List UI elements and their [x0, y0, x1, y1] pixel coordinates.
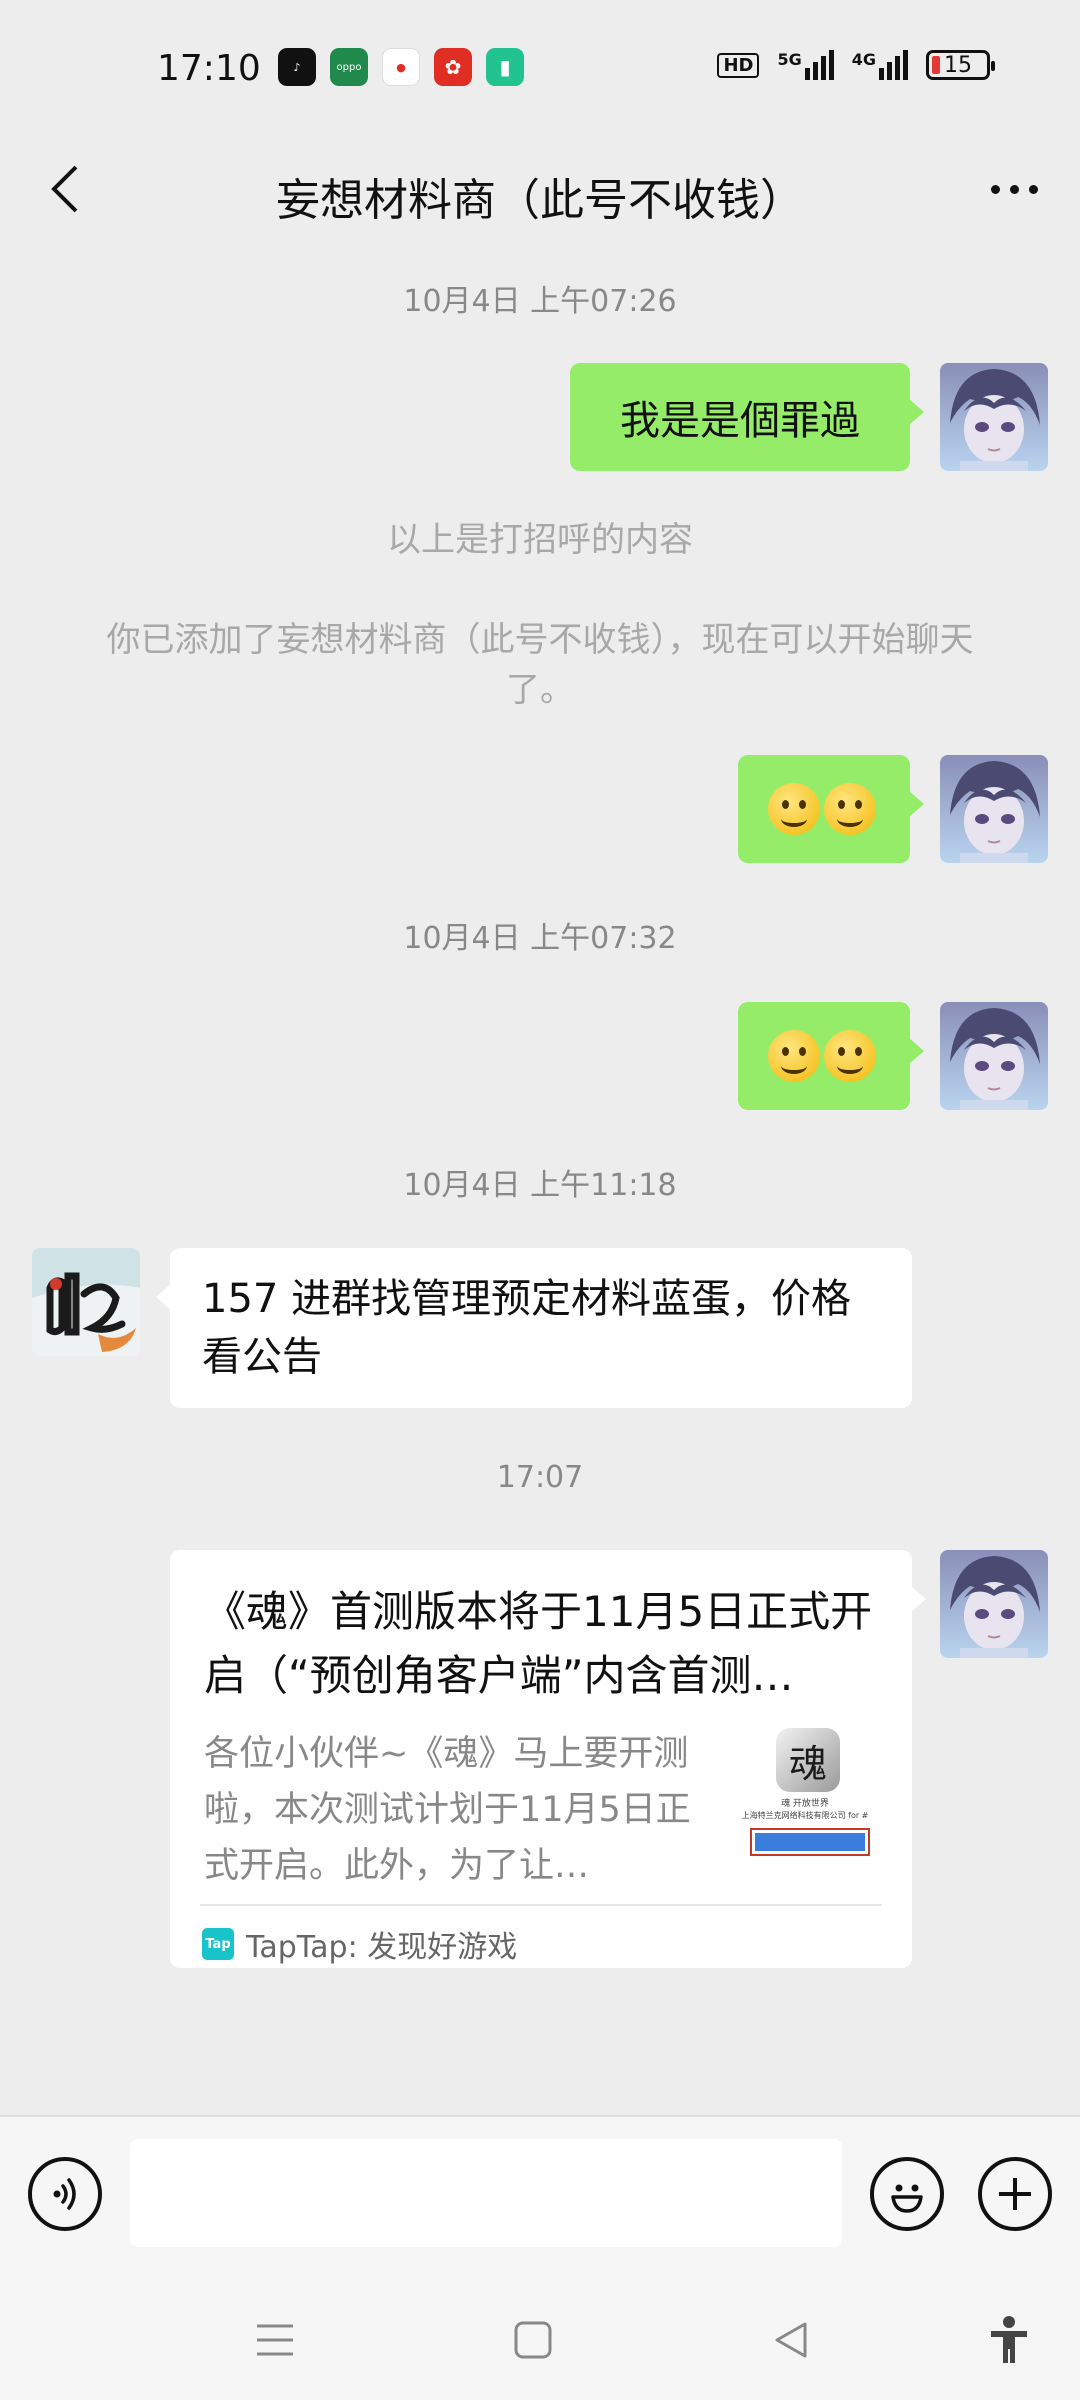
- notification-icons: ♪ oppo ● ✿ ▮: [278, 48, 524, 86]
- message-text: 157 进群找管理预定材料蓝蛋，价格看公告: [202, 1276, 852, 1380]
- system-nav-bar: [0, 2275, 1080, 2400]
- douyin-icon: ♪: [278, 48, 316, 86]
- smile-emoji-icon: [768, 783, 820, 835]
- battery-icon: 15: [926, 50, 995, 80]
- card-divider: [200, 1904, 882, 1906]
- more-options-button[interactable]: [974, 154, 1054, 224]
- thumb-name: 魂 开放世界: [781, 1799, 829, 1809]
- link-card-message[interactable]: 《魂》首测版本将于11月5日正式开启（“预创角客户端”内含首测… 各位小伙伴~《…: [170, 1550, 926, 1968]
- emoji-button[interactable]: [870, 2157, 944, 2231]
- menu-nav-button[interactable]: [240, 2305, 310, 2375]
- triangle-back-icon: [775, 2322, 807, 2358]
- smile-emoji-icon: [824, 1030, 876, 1082]
- my-avatar[interactable]: [940, 755, 1048, 863]
- my-avatar[interactable]: [940, 1002, 1048, 1110]
- my-avatar[interactable]: [940, 363, 1048, 471]
- message-list[interactable]: 10月4日 上午07:26 我是是個罪過 以上是打招呼的内容 你已添加了妄想材料…: [0, 240, 1080, 2115]
- chat-header: 妄想材料商（此号不收钱）: [0, 140, 1080, 240]
- plus-icon: [999, 2178, 1031, 2210]
- card-thumbnail: 魂 魂 开放世界 上海特兰克网络科技有限公司 for #: [740, 1728, 870, 1868]
- hd-icon: HD: [717, 52, 760, 78]
- card-description: 各位小伙伴~《魂》马上要开测啦，本次测试计划于11月5日正式开启。此外，为了让…: [204, 1734, 691, 1886]
- avatar-image: [940, 755, 1048, 863]
- menu-icon: [257, 2324, 293, 2356]
- accessibility-icon: [991, 2316, 1027, 2363]
- pinduoduo-icon: ✿: [434, 48, 472, 86]
- thumb-button: [750, 1828, 870, 1856]
- back-nav-button[interactable]: [756, 2305, 826, 2375]
- avatar-image: [32, 1248, 140, 1356]
- message-text: 我是是個罪過: [620, 398, 860, 444]
- message-input[interactable]: [130, 2139, 842, 2247]
- timestamp: 10月4日 上午07:32: [403, 921, 677, 956]
- voice-icon: [53, 2178, 76, 2210]
- smiley-icon: [891, 2184, 923, 2213]
- avatar-image: [940, 1002, 1048, 1110]
- home-nav-button[interactable]: [498, 2305, 568, 2375]
- battery-level: 15: [944, 52, 972, 78]
- my-avatar[interactable]: [940, 1550, 1048, 1658]
- thumb-company: 上海特兰克网络科技有限公司 for #: [741, 1811, 869, 1820]
- signal-5g-icon: 5G: [777, 50, 834, 80]
- status-bar: 17:10 ♪ oppo ● ✿ ▮ HD 5G 4G 15: [0, 0, 1080, 140]
- battery-saver-icon: ▮: [486, 48, 524, 86]
- map-pin-icon: ●: [382, 48, 420, 86]
- square-icon: [514, 2321, 552, 2359]
- timestamp: 10月4日 上午11:18: [403, 1168, 677, 1203]
- oppo-icon: oppo: [330, 48, 368, 86]
- dot-icon: [1009, 184, 1019, 194]
- card-source-label: TapTap: 发现好游戏: [246, 1930, 518, 1965]
- message-bubble-mine[interactable]: [738, 1002, 924, 1110]
- message-bubble-mine[interactable]: 我是是個罪過: [570, 363, 924, 471]
- message-bubble-contact[interactable]: 157 进群找管理预定材料蓝蛋，价格看公告: [156, 1248, 912, 1408]
- card-title: 《魂》首测版本将于11月5日正式开启（“预创角客户端”内含首测…: [204, 1587, 873, 1700]
- game-logo-icon: 魂: [776, 1728, 840, 1792]
- smile-emoji-icon: [768, 1030, 820, 1082]
- contact-avatar[interactable]: [32, 1248, 140, 1356]
- smile-emoji-icon: [824, 783, 876, 835]
- voice-input-button[interactable]: [28, 2157, 102, 2231]
- system-notice: 你已添加了妄想材料商（此号不收钱），现在可以开始聊天了。: [106, 620, 974, 710]
- system-notice: 以上是打招呼的内容: [387, 520, 693, 560]
- status-indicators: HD 5G 4G 15: [717, 50, 995, 80]
- chat-title: 妄想材料商（此号不收钱）: [276, 175, 804, 226]
- net1-label: 5G: [777, 50, 802, 69]
- timestamp: 10月4日 上午07:26: [403, 284, 677, 319]
- status-time: 17:10: [157, 48, 261, 89]
- dot-icon: [1028, 184, 1038, 194]
- message-bubble-mine[interactable]: [738, 755, 924, 863]
- net2-label: 4G: [851, 50, 876, 69]
- more-functions-button[interactable]: [978, 2157, 1052, 2231]
- timestamp: 17:07: [496, 1460, 584, 1495]
- input-bar: [0, 2115, 1080, 2275]
- card-source: Tap TapTap: 发现好游戏: [202, 1922, 517, 1966]
- signal-4g-icon: 4G: [852, 50, 908, 80]
- avatar-image: [940, 1550, 1048, 1658]
- dot-icon: [990, 184, 1000, 194]
- taptap-logo-icon: Tap: [202, 1928, 234, 1960]
- accessibility-button[interactable]: [974, 2305, 1044, 2375]
- avatar-image: [940, 363, 1048, 471]
